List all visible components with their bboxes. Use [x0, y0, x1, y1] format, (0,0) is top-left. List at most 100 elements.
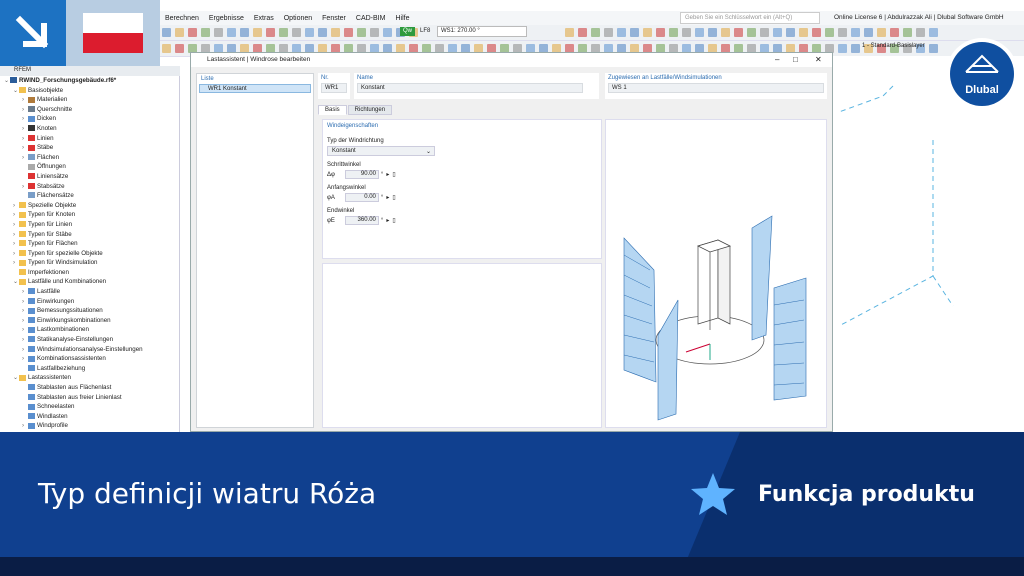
load-case-select[interactable]: WS1: 270.00 °	[437, 26, 527, 37]
toolbar-button-icon[interactable]	[162, 44, 171, 53]
tree-item[interactable]: › Typen für Stäbe	[0, 230, 179, 240]
toolbar-button-icon[interactable]	[227, 28, 236, 37]
toolbar-button-icon[interactable]	[799, 28, 808, 37]
tree-item[interactable]: › Einwirkungen	[0, 297, 179, 307]
toolbar-button-icon[interactable]	[695, 28, 704, 37]
clipboard-icon[interactable]: ▯	[392, 217, 395, 224]
tree-item[interactable]: › Statikanalyse-Einstellungen	[0, 335, 179, 345]
toolbar-button-icon[interactable]	[383, 28, 392, 37]
toolbar-button-icon[interactable]	[656, 28, 665, 37]
toolbar-button-icon[interactable]	[630, 28, 639, 37]
layer-select[interactable]: 1 - Standard-Basislayer	[862, 43, 925, 49]
tree-item[interactable]: Windlasten	[0, 412, 179, 422]
toolbar-button-icon[interactable]	[188, 28, 197, 37]
tree-item[interactable]: › Linien	[0, 134, 179, 144]
toolbar-button-icon[interactable]	[669, 28, 678, 37]
tree-item[interactable]: › Lastkombinationen	[0, 325, 179, 335]
tree-item[interactable]: › Windsimulationsanalyse-Einstellungen	[0, 345, 179, 355]
toolbar-button-icon[interactable]	[851, 28, 860, 37]
toolbar-button-icon[interactable]	[305, 28, 314, 37]
clipboard-icon[interactable]: ▯	[392, 194, 395, 201]
back-arrow-tile[interactable]	[0, 0, 66, 66]
toolbar-button-icon[interactable]	[292, 28, 301, 37]
menu-item[interactable]: Extras	[254, 15, 274, 22]
toolbar-button-icon[interactable]	[214, 28, 223, 37]
toolbar-button-icon[interactable]	[838, 44, 847, 53]
tree-item[interactable]: › Typen für Knoten	[0, 210, 179, 220]
model-view[interactable]	[833, 56, 1024, 432]
toolbar-button-icon[interactable]	[266, 28, 275, 37]
tree-item[interactable]: Liniensätze	[0, 172, 179, 182]
toolbar-button-icon[interactable]	[162, 28, 171, 37]
toolbar-button-icon[interactable]	[812, 28, 821, 37]
toolbar-button-icon[interactable]	[747, 28, 756, 37]
toolbar-button-icon[interactable]	[240, 28, 249, 37]
tree-item[interactable]: › Bemessungssituationen	[0, 306, 179, 316]
spinner-icon[interactable]: ▸	[386, 194, 389, 201]
tab-richtungen[interactable]: Richtungen	[347, 105, 393, 115]
tree-item[interactable]: Stablasten aus Flächenlast	[0, 383, 179, 393]
toolbar-button-icon[interactable]	[734, 28, 743, 37]
tree-item[interactable]: › Spezielle Objekte	[0, 201, 179, 211]
tab-basis[interactable]: Basis	[318, 105, 347, 115]
close-icon[interactable]: ✕	[815, 53, 822, 67]
tree-item[interactable]: Öffnungen	[0, 162, 179, 172]
search-input[interactable]: Geben Sie ein Schlüsselwort ein (Alt+Q)	[680, 12, 820, 24]
spinner-icon[interactable]: ▸	[386, 217, 389, 224]
tree-item[interactable]: › Lastfälle	[0, 287, 179, 297]
tree-item[interactable]: ⌄ Lastfälle und Kombinationen	[0, 277, 179, 287]
toolbar-button-icon[interactable]	[760, 28, 769, 37]
toolbar-button-icon[interactable]	[682, 28, 691, 37]
tree-item[interactable]: › Typen für spezielle Objekte	[0, 249, 179, 259]
tree-item[interactable]: Flächensätze	[0, 191, 179, 201]
tree-item[interactable]: ⌄ Basisobjekte	[0, 86, 179, 96]
type-select[interactable]: Konstant ⌄	[327, 146, 435, 156]
toolbar-button-icon[interactable]	[201, 28, 210, 37]
list-item[interactable]: WR1 Konstant	[199, 84, 311, 93]
toolbar-button-icon[interactable]	[708, 28, 717, 37]
menu-item[interactable]: Berechnen	[165, 15, 199, 22]
toolbar-button-icon[interactable]	[604, 28, 613, 37]
toolbar-button-icon[interactable]	[929, 44, 938, 53]
menu-item[interactable]: Optionen	[284, 15, 312, 22]
tree-item[interactable]: › Windprofile	[0, 421, 179, 431]
menu-item[interactable]: Ergebnisse	[209, 15, 244, 22]
toolbar-button-icon[interactable]	[838, 28, 847, 37]
toolbar-button-icon[interactable]	[175, 44, 184, 53]
toolbar-button-icon[interactable]	[773, 28, 782, 37]
toolbar-button-icon[interactable]	[344, 28, 353, 37]
tree-item[interactable]: › Typen für Linien	[0, 220, 179, 230]
start-input[interactable]: 0.00	[344, 193, 379, 202]
toolbar-button-icon[interactable]	[591, 28, 600, 37]
toolbar-button-icon[interactable]	[253, 28, 262, 37]
tree-item[interactable]: › Typen für Windsimulation	[0, 258, 179, 268]
toolbar-button-icon[interactable]	[890, 28, 899, 37]
tree-item[interactable]: › Stabsätze	[0, 182, 179, 192]
minimize-icon[interactable]: –	[775, 53, 779, 67]
toolbar-button-icon[interactable]	[617, 28, 626, 37]
toolbar-button-icon[interactable]	[864, 28, 873, 37]
name-field[interactable]: Konstant	[357, 83, 583, 93]
toolbar-button-icon[interactable]	[565, 28, 574, 37]
tree-item[interactable]: › Materialien	[0, 95, 179, 105]
tree-item[interactable]: Imperfektionen	[0, 268, 179, 278]
toolbar-button-icon[interactable]	[786, 28, 795, 37]
tree-item[interactable]: ⌄ RWIND_Forschungsgebäude.rf6*	[0, 76, 179, 86]
tree-item[interactable]: › Einwirkungskombinationen	[0, 316, 179, 326]
toolbar-button-icon[interactable]	[357, 28, 366, 37]
clipboard-icon[interactable]: ▯	[392, 171, 395, 178]
toolbar-button-icon[interactable]	[721, 28, 730, 37]
toolbar-button-icon[interactable]	[851, 44, 860, 53]
toolbar-button-icon[interactable]	[903, 28, 912, 37]
toolbar-button-icon[interactable]	[318, 28, 327, 37]
tree-item[interactable]: › Querschnitte	[0, 105, 179, 115]
menu-item[interactable]: CAD-BIM	[356, 15, 386, 22]
toolbar-button-icon[interactable]	[825, 28, 834, 37]
menu-item[interactable]: Hilfe	[395, 15, 409, 22]
toolbar-button-icon[interactable]	[929, 28, 938, 37]
toolbar-button-icon[interactable]	[279, 28, 288, 37]
tree-item[interactable]: Lastfallbeziehung	[0, 364, 179, 374]
toolbar-button-icon[interactable]	[916, 28, 925, 37]
tree-item[interactable]: › Stäbe	[0, 143, 179, 153]
tree-item[interactable]: › Kombinationsassistenten	[0, 354, 179, 364]
